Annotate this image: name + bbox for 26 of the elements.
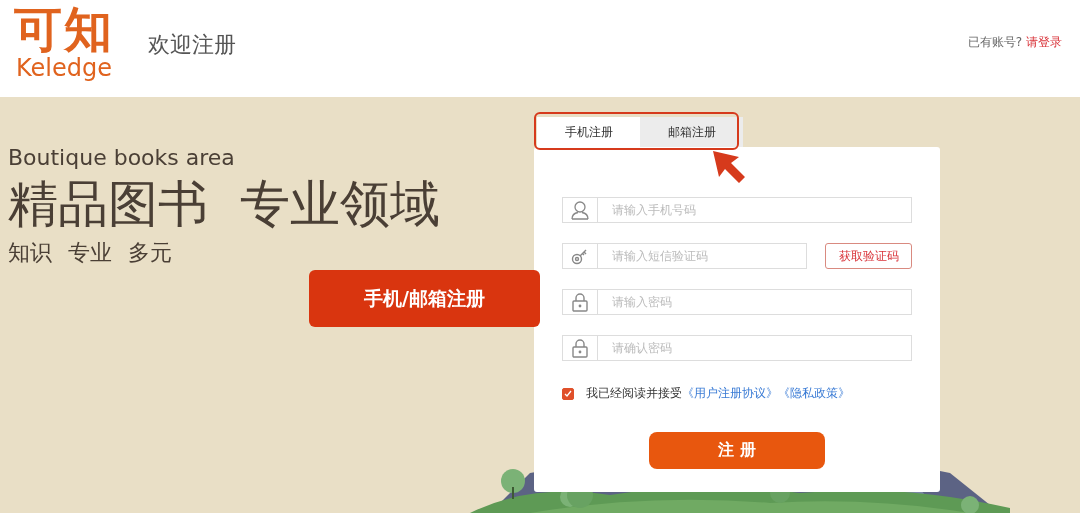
headline-text: 专业领域 — [240, 174, 440, 236]
text-input[interactable]: 请输入短信验证码 — [598, 243, 806, 269]
page-title: 欢迎注册 — [148, 30, 236, 59]
tag-text: 多元 — [128, 238, 172, 267]
agreement-text: 我已经阅读并接受 — [586, 385, 682, 402]
policy-link[interactable]: 《隐私政策》 — [778, 385, 850, 402]
lock-icon — [571, 338, 589, 358]
input-field[interactable]: 请输入短信验证码 — [562, 243, 807, 269]
login-link[interactable]: 请登录 — [1026, 34, 1062, 51]
get-code-button[interactable]: 获取验证码 — [825, 243, 912, 269]
policy-link[interactable]: 《用户注册协议》 — [682, 385, 778, 402]
tag-text: 专业 — [68, 238, 112, 267]
checkbox[interactable] — [562, 387, 574, 400]
callout-button[interactable]: 手机/邮箱注册 — [309, 270, 540, 327]
hero-subtitle: Boutique books area — [8, 145, 236, 172]
tag-text: 知识 — [8, 238, 52, 267]
user-icon — [571, 200, 589, 220]
tab[interactable]: 邮箱注册 — [640, 117, 743, 147]
tab[interactable]: 手机注册 — [537, 117, 640, 147]
key-icon — [571, 247, 589, 265]
logo-text: 可知 — [14, 3, 114, 56]
logo-subtitle: Keledge — [16, 55, 112, 80]
lock-icon — [571, 292, 589, 312]
headline-text: 精品图书 — [8, 174, 208, 236]
register-button[interactable]: 注 册 — [649, 432, 825, 469]
login-prompt: 已有账号? — [967, 34, 1022, 51]
